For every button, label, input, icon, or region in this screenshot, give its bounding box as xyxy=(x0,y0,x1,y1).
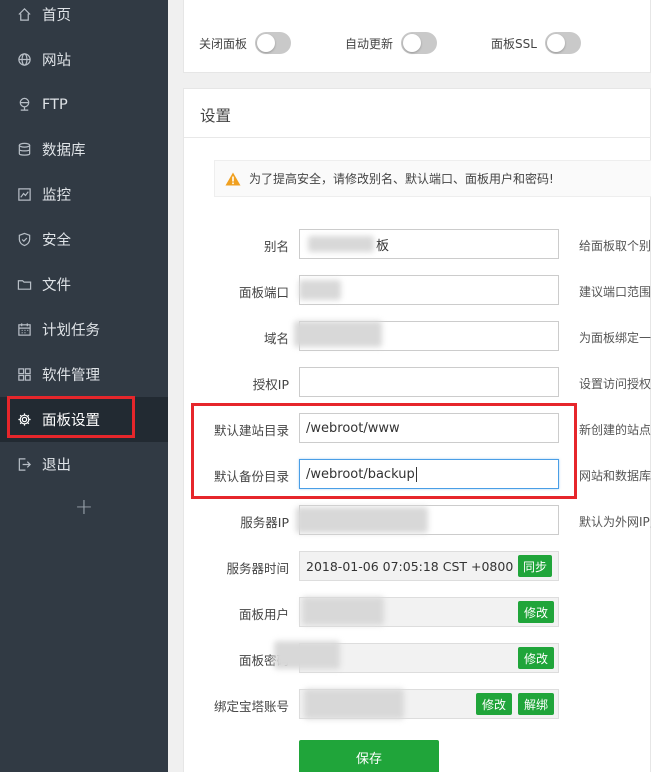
toggle-auto-update-group: 自动更新 xyxy=(345,32,438,54)
toggle-panel-ssl-group: 面板SSL xyxy=(491,32,581,54)
sidebar-item-label: 退出 xyxy=(42,458,71,474)
alias-label: 别名 xyxy=(263,239,289,254)
settings-title: 设置 xyxy=(200,107,232,125)
domain-hint: 为面板绑定一 xyxy=(579,331,651,345)
auth-ip-hint: 设置访问授权 xyxy=(579,377,651,391)
sidebar-item-security[interactable]: 安全 xyxy=(0,217,168,262)
sidebar-item-software[interactable]: 软件管理 xyxy=(0,352,168,397)
unbind-account-button[interactable]: 解绑 xyxy=(518,693,554,715)
sidebar-item-home[interactable]: 首页 xyxy=(0,0,168,37)
monitor-icon xyxy=(16,187,32,203)
bt-account-label: 绑定宝塔账号 xyxy=(213,699,289,714)
toggle-label: 关闭面板 xyxy=(199,36,248,51)
server-ip-hint: 默认为外网IP, xyxy=(579,515,651,529)
backup-dir-hint: 网站和数据库 xyxy=(579,469,651,483)
settings-card: 设置 为了提高安全，请修改别名、默认端口、面板用户和密码! 别名 板 给面板取个… xyxy=(183,88,651,772)
shield-icon xyxy=(16,232,32,248)
sidebar-item-label: 软件管理 xyxy=(42,368,100,384)
highlight-box xyxy=(7,396,135,438)
redacted-blur xyxy=(304,689,404,719)
alias-value: 板 xyxy=(376,238,390,254)
sidebar-item-logout[interactable]: 退出 xyxy=(0,442,168,487)
sidebar-item-database[interactable]: 数据库 xyxy=(0,127,168,172)
save-button[interactable]: 保存 xyxy=(299,740,439,772)
sidebar-item-files[interactable]: 文件 xyxy=(0,262,168,307)
auto-update-toggle[interactable] xyxy=(401,32,438,54)
server-ip-label: 服务器IP xyxy=(240,515,289,530)
sidebar-item-label: FTP xyxy=(42,96,68,113)
divider xyxy=(184,137,651,138)
toggles-card: 关闭面板 自动更新 面板SSL xyxy=(183,0,651,73)
redacted-blur xyxy=(294,321,382,347)
database-icon xyxy=(16,142,32,158)
panel-ssl-toggle[interactable] xyxy=(544,32,581,54)
sidebar-item-label: 数据库 xyxy=(42,143,86,159)
sidebar-item-label: 网站 xyxy=(42,53,71,69)
sync-time-button[interactable]: 同步 xyxy=(518,555,552,577)
calendar-icon xyxy=(16,322,32,338)
apps-icon xyxy=(16,367,32,383)
edit-password-button[interactable]: 修改 xyxy=(518,647,554,669)
logout-icon xyxy=(16,457,32,473)
server-time-value: 2018-01-06 07:05:18 CST +0800 xyxy=(306,558,514,574)
sidebar-item-label: 首页 xyxy=(42,8,71,24)
auth-ip-label: 授权IP xyxy=(252,377,289,392)
toggle-label: 面板SSL xyxy=(491,36,537,51)
edit-user-button[interactable]: 修改 xyxy=(518,601,554,623)
highlight-box xyxy=(191,403,577,499)
sidebar-item-label: 文件 xyxy=(42,278,71,294)
redacted-blur xyxy=(296,507,428,533)
port-hint: 建议端口范围 xyxy=(579,285,651,299)
close-panel-toggle[interactable] xyxy=(255,32,292,54)
port-label: 面板端口 xyxy=(238,285,289,300)
warning-text: 为了提高安全，请修改别名、默认端口、面板用户和密码! xyxy=(249,172,554,186)
globe-icon xyxy=(16,52,32,68)
sidebar-item-ftp[interactable]: FTP xyxy=(0,82,168,127)
security-warning: 为了提高安全，请修改别名、默认端口、面板用户和密码! xyxy=(214,160,651,197)
sidebar-item-cron[interactable]: 计划任务 xyxy=(0,307,168,352)
server-time-label: 服务器时间 xyxy=(226,561,289,576)
ftp-icon xyxy=(16,97,32,113)
redacted-blur xyxy=(274,641,340,669)
auth-ip-input[interactable] xyxy=(299,367,559,397)
toggle-label: 自动更新 xyxy=(345,36,394,51)
home-icon xyxy=(16,7,32,23)
panel-user-label: 面板用户 xyxy=(238,607,289,622)
sidebar-item-monitor[interactable]: 监控 xyxy=(0,172,168,217)
domain-label: 域名 xyxy=(263,331,289,346)
sidebar-item-label: 计划任务 xyxy=(42,323,100,339)
sidebar-item-website[interactable]: 网站 xyxy=(0,37,168,82)
warning-icon xyxy=(225,172,241,185)
toggle-close-panel-group: 关闭面板 xyxy=(199,32,292,54)
site-dir-hint: 新创建的站点 xyxy=(579,423,651,437)
sidebar-item-label: 监控 xyxy=(42,188,71,204)
add-menu-button[interactable]: + xyxy=(0,487,168,527)
redacted-blur xyxy=(299,280,341,300)
alias-hint: 给面板取个别 xyxy=(579,239,651,253)
redacted-blur xyxy=(308,236,374,252)
edit-account-button[interactable]: 修改 xyxy=(476,693,512,715)
folder-icon xyxy=(16,277,32,293)
redacted-blur xyxy=(302,597,384,625)
sidebar-item-label: 安全 xyxy=(42,233,71,249)
sidebar: 首页 网站 FTP 数据库 监控 安全 文件 计划任务 软件管理 面板设置 退出… xyxy=(0,0,168,772)
